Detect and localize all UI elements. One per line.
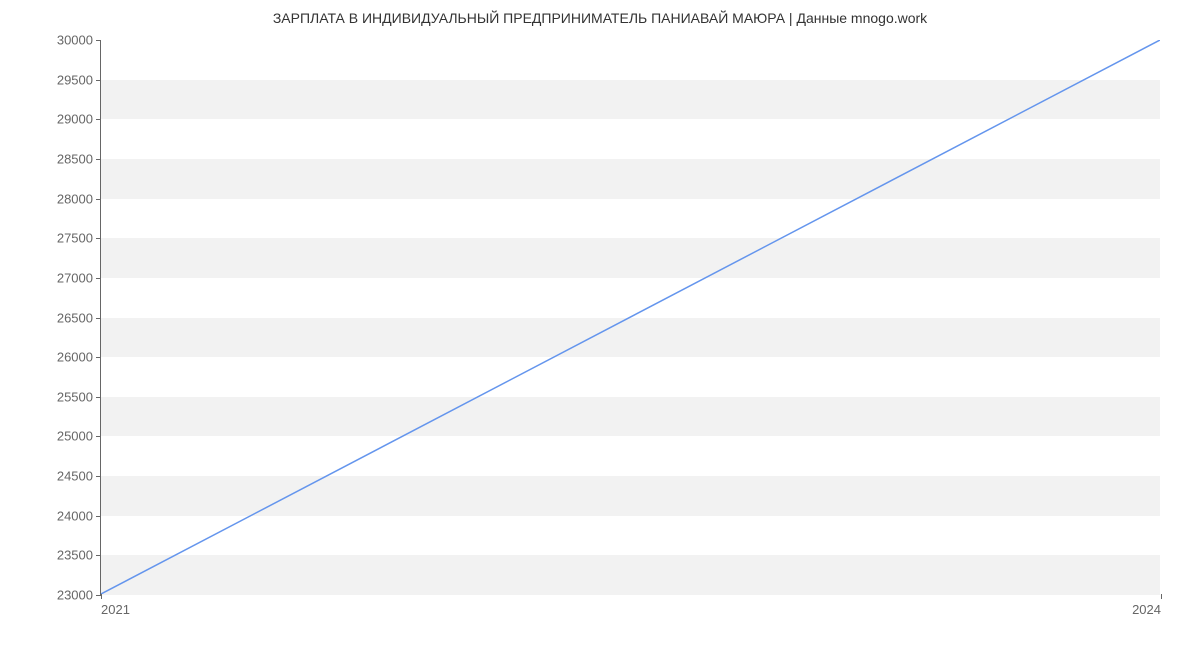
grid-band: [101, 159, 1160, 199]
y-tick-label: 28500: [57, 151, 93, 166]
y-tick-label: 25500: [57, 389, 93, 404]
chart-title: ЗАРПЛАТА В ИНДИВИДУАЛЬНЫЙ ПРЕДПРИНИМАТЕЛ…: [0, 10, 1200, 26]
y-tick-mark: [96, 119, 101, 120]
y-tick-label: 25000: [57, 429, 93, 444]
chart-container: 2300023500240002450025000255002600026500…: [100, 40, 1160, 595]
y-tick-mark: [96, 476, 101, 477]
x-tick-label: 2024: [1132, 602, 1161, 617]
grid-band: [101, 476, 1160, 516]
x-tick-mark: [1161, 594, 1162, 599]
y-tick-mark: [96, 159, 101, 160]
y-tick-mark: [96, 40, 101, 41]
y-tick-mark: [96, 555, 101, 556]
y-tick-label: 23000: [57, 588, 93, 603]
y-tick-mark: [96, 199, 101, 200]
grid-band: [101, 318, 1160, 358]
y-tick-label: 27000: [57, 270, 93, 285]
y-tick-label: 28000: [57, 191, 93, 206]
y-tick-label: 24500: [57, 469, 93, 484]
y-tick-label: 29000: [57, 112, 93, 127]
y-tick-mark: [96, 397, 101, 398]
grid-band: [101, 80, 1160, 120]
y-tick-mark: [96, 318, 101, 319]
x-tick-label: 2021: [101, 602, 130, 617]
y-tick-label: 30000: [57, 33, 93, 48]
y-tick-label: 26000: [57, 350, 93, 365]
y-tick-mark: [96, 436, 101, 437]
y-tick-mark: [96, 80, 101, 81]
x-tick-mark: [101, 594, 102, 599]
y-tick-label: 24000: [57, 508, 93, 523]
y-tick-mark: [96, 357, 101, 358]
y-tick-label: 26500: [57, 310, 93, 325]
plot-area: 2300023500240002450025000255002600026500…: [100, 40, 1160, 595]
grid-band: [101, 555, 1160, 595]
y-tick-label: 27500: [57, 231, 93, 246]
y-tick-mark: [96, 278, 101, 279]
grid-band: [101, 397, 1160, 437]
y-tick-mark: [96, 516, 101, 517]
grid-band: [101, 238, 1160, 278]
y-tick-mark: [96, 238, 101, 239]
y-tick-label: 29500: [57, 72, 93, 87]
y-tick-label: 23500: [57, 548, 93, 563]
